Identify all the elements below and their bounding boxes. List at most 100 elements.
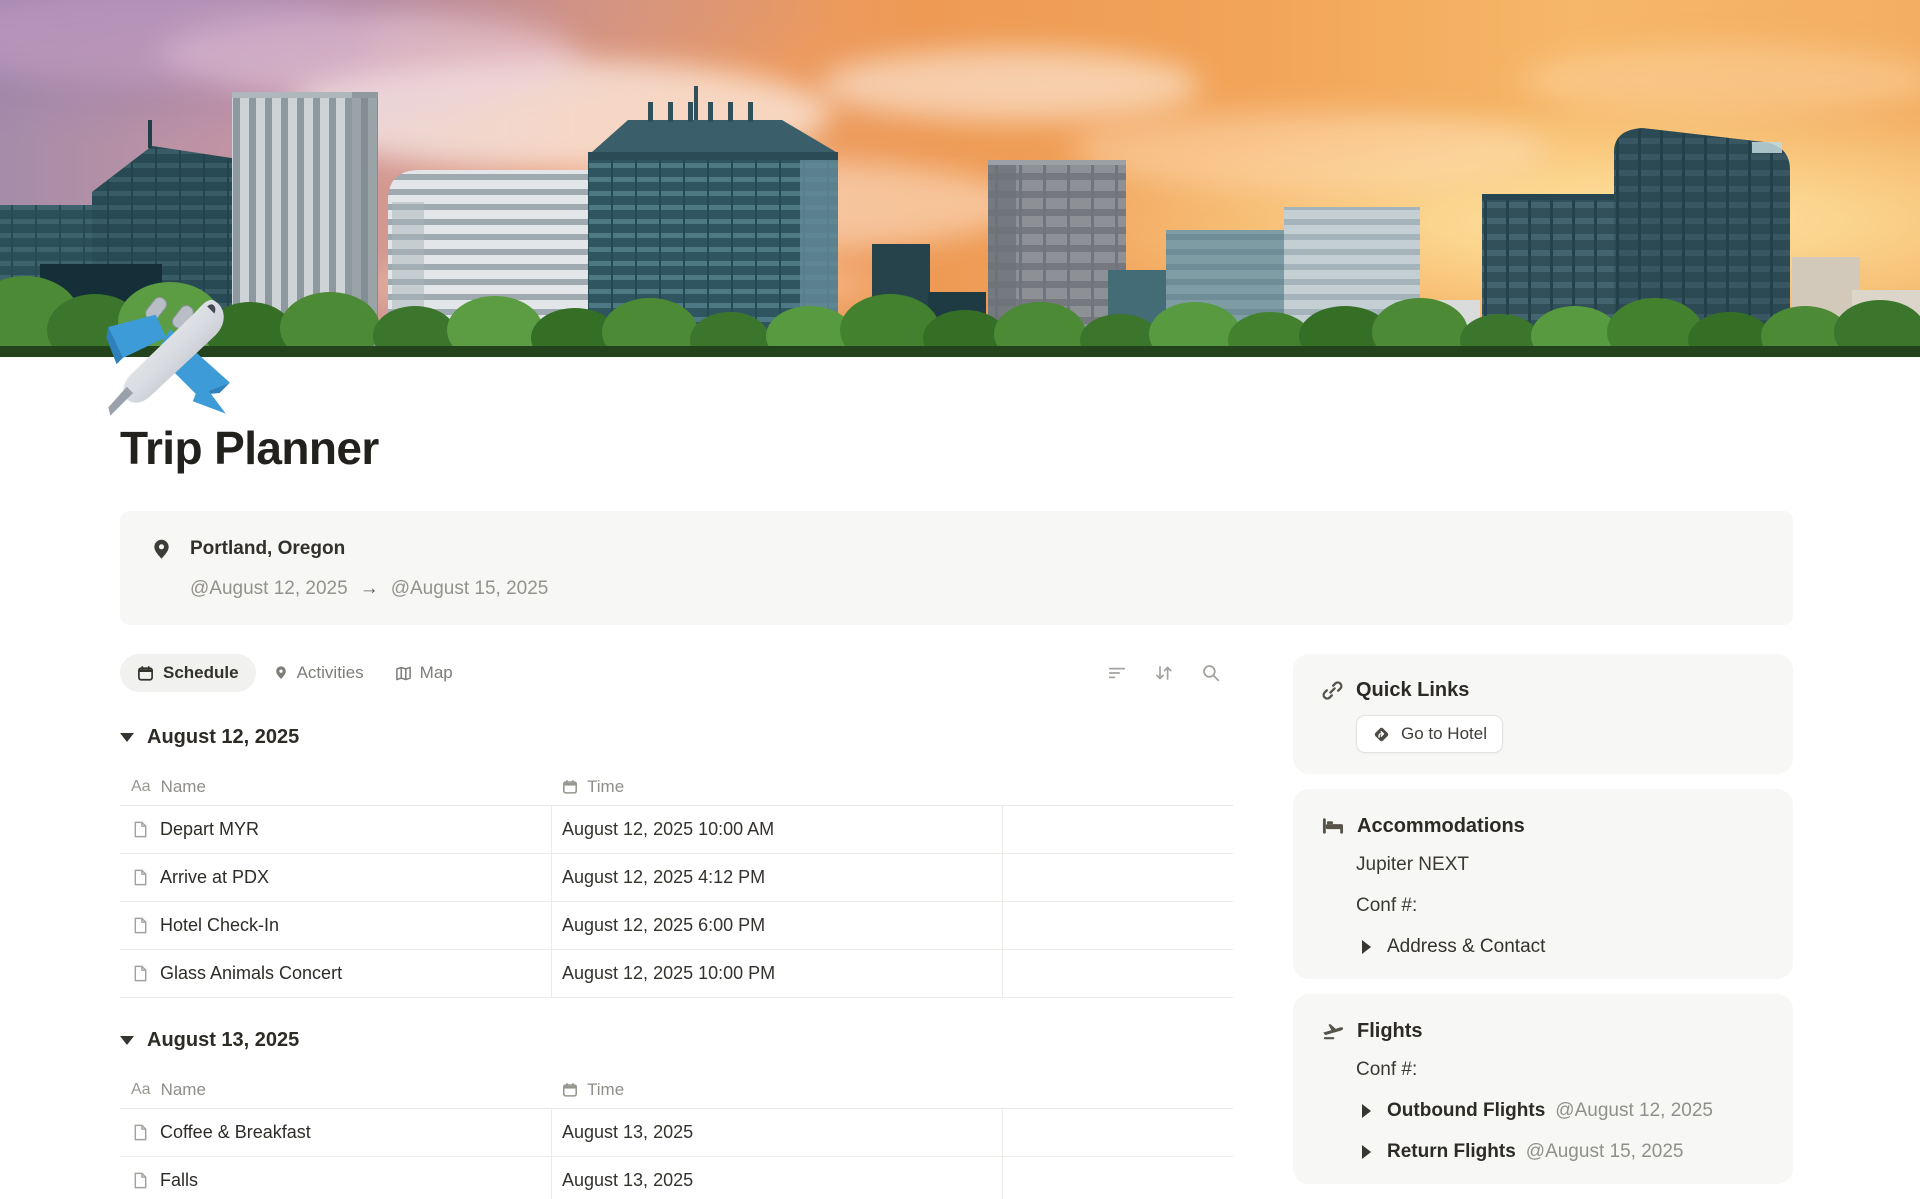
- name-header-label: Name: [161, 777, 206, 797]
- table-row[interactable]: Falls August 13, 2025: [120, 1157, 1233, 1199]
- bed-icon: [1321, 814, 1345, 838]
- column-header-name[interactable]: Aa Name: [120, 777, 552, 797]
- row-name-cell[interactable]: Arrive at PDX: [120, 854, 552, 901]
- group-header-aug-12[interactable]: August 12, 2025: [120, 725, 1233, 749]
- search-icon[interactable]: [1201, 663, 1221, 683]
- table-row[interactable]: Depart MYR August 12, 2025 10:00 AM: [120, 806, 1233, 854]
- row-name-label: Glass Animals Concert: [160, 963, 342, 984]
- accommodations-conf-label: Conf #:: [1356, 895, 1765, 917]
- tab-schedule-label: Schedule: [163, 663, 239, 683]
- return-flights-label: Return Flights: [1387, 1141, 1516, 1163]
- address-contact-toggle[interactable]: Address & Contact: [1362, 936, 1765, 958]
- tab-map[interactable]: Map: [381, 654, 467, 692]
- calendar-icon: [562, 779, 578, 795]
- table-row[interactable]: Hotel Check-In August 12, 2025 6:00 PM: [120, 902, 1233, 950]
- calendar-icon: [137, 665, 154, 682]
- column-header-extra: [1003, 769, 1233, 805]
- name-header-label: Name: [161, 1080, 206, 1100]
- filter-icon[interactable]: [1107, 663, 1127, 683]
- page-title: Trip Planner: [120, 421, 1793, 475]
- outbound-flights-label: Outbound Flights: [1387, 1100, 1545, 1122]
- trip-dates: @August 12, 2025 → @August 15, 2025: [190, 577, 548, 600]
- row-time-cell[interactable]: August 12, 2025 10:00 AM: [552, 806, 1003, 853]
- row-name-label: Depart MYR: [160, 819, 259, 840]
- cover-image: [0, 0, 1920, 357]
- row-name-cell[interactable]: Glass Animals Concert: [120, 950, 552, 997]
- quick-links-card: Quick Links Go to Hotel: [1293, 654, 1793, 774]
- toggle-right-icon[interactable]: [1362, 1145, 1371, 1159]
- row-name-label: Falls: [160, 1170, 198, 1191]
- row-extra-cell[interactable]: [1003, 854, 1233, 901]
- toggle-right-icon[interactable]: [1362, 1104, 1371, 1118]
- row-extra-cell[interactable]: [1003, 806, 1233, 853]
- quick-links-title-row: Quick Links: [1321, 679, 1765, 702]
- group-header-aug-13[interactable]: August 13, 2025: [120, 1028, 1233, 1052]
- table-row[interactable]: Coffee & Breakfast August 13, 2025: [120, 1109, 1233, 1157]
- calendar-icon: [562, 1082, 578, 1098]
- text-property-icon: Aa: [131, 1081, 151, 1099]
- accommodations-title-row: Accommodations: [1321, 814, 1765, 838]
- row-time-cell[interactable]: August 12, 2025 10:00 PM: [552, 950, 1003, 997]
- trip-location: Portland, Oregon: [190, 537, 548, 561]
- row-extra-cell[interactable]: [1003, 902, 1233, 949]
- page-icon: [131, 868, 150, 887]
- group-title: August 13, 2025: [147, 1029, 299, 1052]
- toggle-right-icon[interactable]: [1362, 940, 1371, 954]
- link-icon: [1321, 679, 1344, 702]
- collapse-toggle-icon[interactable]: [120, 733, 134, 742]
- group-title: August 12, 2025: [147, 726, 299, 749]
- trip-callout: Portland, Oregon @August 12, 2025 → @Aug…: [120, 511, 1793, 625]
- column-gap: [1233, 654, 1293, 1199]
- row-extra-cell[interactable]: [1003, 1157, 1233, 1199]
- page-icon: [131, 916, 150, 935]
- time-header-label: Time: [587, 1080, 624, 1100]
- column-header-time[interactable]: Time: [552, 777, 1003, 797]
- collapse-toggle-icon[interactable]: [120, 1036, 134, 1045]
- row-extra-cell[interactable]: [1003, 1109, 1233, 1156]
- view-tabs: Schedule Activities Map: [120, 654, 1233, 692]
- outbound-flights-toggle[interactable]: Outbound Flights @August 12, 2025: [1362, 1100, 1765, 1122]
- map-icon: [395, 665, 412, 682]
- row-name-cell[interactable]: Falls: [120, 1157, 552, 1199]
- page-icon: [131, 964, 150, 983]
- table-row[interactable]: Glass Animals Concert August 12, 2025 10…: [120, 950, 1233, 998]
- return-date-mention[interactable]: @August 15, 2025: [1526, 1141, 1684, 1163]
- tab-schedule[interactable]: Schedule: [120, 654, 256, 692]
- row-time-cell[interactable]: August 12, 2025 4:12 PM: [552, 854, 1003, 901]
- table-row[interactable]: Arrive at PDX August 12, 2025 4:12 PM: [120, 854, 1233, 902]
- row-time-cell[interactable]: August 13, 2025: [552, 1157, 1003, 1199]
- row-name-cell[interactable]: Hotel Check-In: [120, 902, 552, 949]
- tab-activities-label: Activities: [297, 663, 364, 683]
- page-icon: [131, 1171, 150, 1190]
- row-extra-cell[interactable]: [1003, 950, 1233, 997]
- return-flights-toggle[interactable]: Return Flights @August 15, 2025: [1362, 1141, 1765, 1163]
- page-icon: [131, 820, 150, 839]
- column-header-name[interactable]: Aa Name: [120, 1080, 552, 1100]
- row-name-cell[interactable]: Coffee & Breakfast: [120, 1109, 552, 1156]
- row-time-cell[interactable]: August 13, 2025: [552, 1109, 1003, 1156]
- row-name-label: Arrive at PDX: [160, 867, 269, 888]
- flights-card: Flights Conf #: Outbound Flights @August…: [1293, 994, 1793, 1184]
- sort-icon[interactable]: [1154, 663, 1174, 683]
- accommodations-title: Accommodations: [1357, 815, 1525, 838]
- flights-conf-label: Conf #:: [1356, 1059, 1765, 1081]
- tab-activities[interactable]: Activities: [259, 654, 378, 692]
- table-header-row: Aa Name Time: [120, 1072, 1233, 1109]
- end-date-mention[interactable]: @August 15, 2025: [391, 577, 549, 600]
- row-time-label: August 12, 2025 10:00 AM: [562, 819, 774, 840]
- address-contact-label: Address & Contact: [1387, 936, 1545, 958]
- row-time-label: August 13, 2025: [562, 1170, 693, 1191]
- row-time-label: August 12, 2025 4:12 PM: [562, 867, 765, 888]
- column-header-extra: [1003, 1072, 1233, 1108]
- outbound-date-mention[interactable]: @August 12, 2025: [1555, 1100, 1713, 1122]
- row-time-cell[interactable]: August 12, 2025 6:00 PM: [552, 902, 1003, 949]
- go-to-hotel-label: Go to Hotel: [1401, 724, 1487, 744]
- arrow-right-glyph: →: [360, 577, 379, 600]
- start-date-mention[interactable]: @August 12, 2025: [190, 577, 348, 600]
- row-time-label: August 12, 2025 10:00 PM: [562, 963, 775, 984]
- directions-icon: [1372, 725, 1391, 744]
- go-to-hotel-button[interactable]: Go to Hotel: [1356, 715, 1503, 753]
- column-header-time[interactable]: Time: [552, 1080, 1003, 1100]
- row-name-cell[interactable]: Depart MYR: [120, 806, 552, 853]
- portland-skyline-sunset: [0, 0, 1920, 357]
